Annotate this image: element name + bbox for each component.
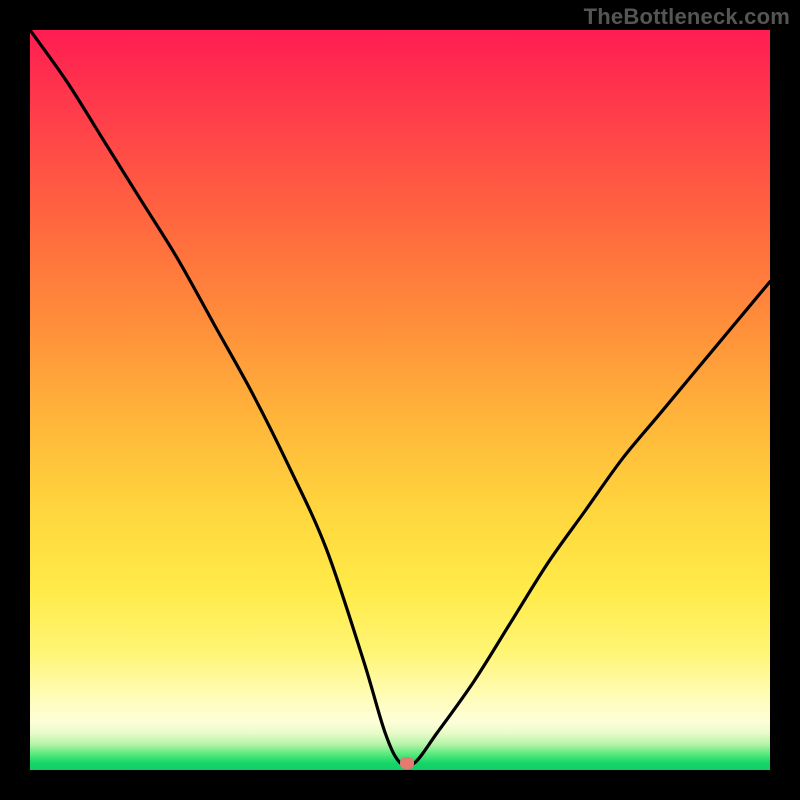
min-marker (400, 757, 414, 769)
curve-path (30, 30, 770, 766)
chart-frame: TheBottleneck.com (0, 0, 800, 800)
bottleneck-curve (30, 30, 770, 770)
plot-area (30, 30, 770, 770)
watermark-text: TheBottleneck.com (584, 4, 790, 30)
